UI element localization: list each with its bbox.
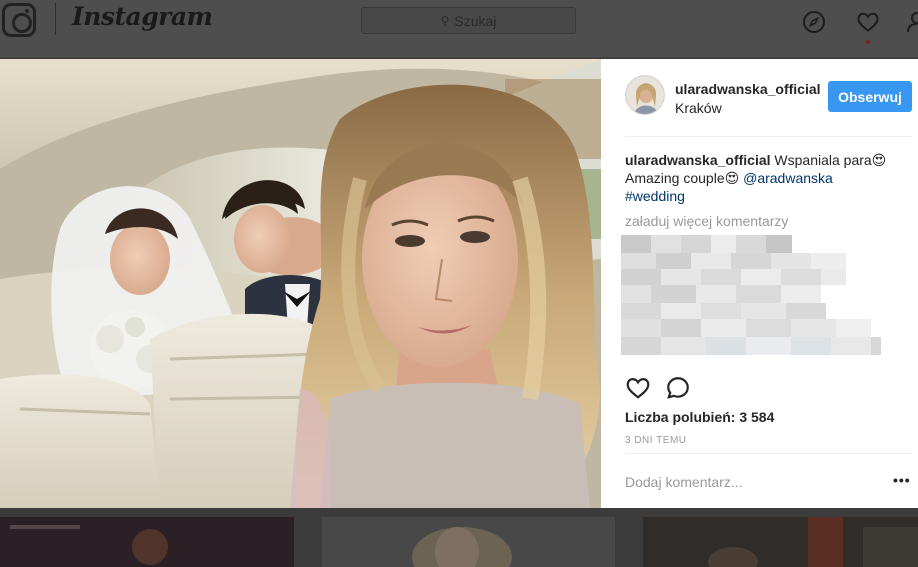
grid-thumbnail[interactable] — [643, 517, 918, 567]
divider — [625, 453, 912, 454]
add-comment-input[interactable]: Dodaj komentarz... — [625, 474, 743, 490]
grid-thumbnail[interactable] — [322, 517, 615, 567]
post-username[interactable]: ularadwanska_official — [675, 81, 821, 97]
avatar[interactable] — [625, 75, 665, 115]
follow-button[interactable]: Obserwuj — [828, 81, 912, 112]
grid-thumbnail[interactable] — [0, 517, 294, 567]
post-header: ularadwanska_official Kraków Obserwuj — [601, 59, 918, 137]
like-heart-icon[interactable] — [625, 375, 651, 401]
caption-username[interactable]: ularadwanska_official — [625, 152, 771, 168]
heart-icon[interactable] — [856, 10, 880, 34]
instagram-wordmark[interactable]: Instagram — [72, 2, 213, 31]
post-photo-image — [0, 59, 601, 508]
post-location[interactable]: Kraków — [675, 100, 722, 116]
logo-divider — [55, 3, 56, 35]
post-timestamp[interactable]: 3 DNI TEMU — [625, 435, 687, 446]
instagram-camera-icon[interactable] — [2, 3, 36, 37]
post-photo[interactable] — [0, 59, 601, 508]
caption-hashtag[interactable]: #wedding — [625, 188, 685, 204]
search-placeholder: Szukaj — [454, 12, 497, 29]
blurred-comments — [621, 235, 881, 355]
notification-dot — [866, 40, 870, 44]
user-icon[interactable] — [906, 10, 918, 34]
search-input[interactable]: ⚲ Szukaj — [361, 7, 576, 34]
likes-count[interactable]: Liczba polubień: 3 584 — [625, 409, 774, 425]
top-navigation-bar: Instagram ⚲ Szukaj — [0, 0, 918, 58]
post-caption: ularadwanska_official Wspaniala para😍Ama… — [625, 151, 895, 205]
post-details-panel: ularadwanska_official Kraków Obserwuj ul… — [601, 59, 918, 508]
more-options-icon[interactable]: ••• — [893, 472, 911, 488]
magnifier-icon: ⚲ — [440, 13, 450, 28]
divider — [625, 136, 912, 137]
compass-icon[interactable] — [802, 10, 826, 34]
comment-icon[interactable] — [665, 375, 691, 401]
load-more-comments-link[interactable]: załaduj więcej komentarzy — [625, 213, 788, 229]
caption-mention[interactable]: @aradwanska — [743, 170, 833, 186]
